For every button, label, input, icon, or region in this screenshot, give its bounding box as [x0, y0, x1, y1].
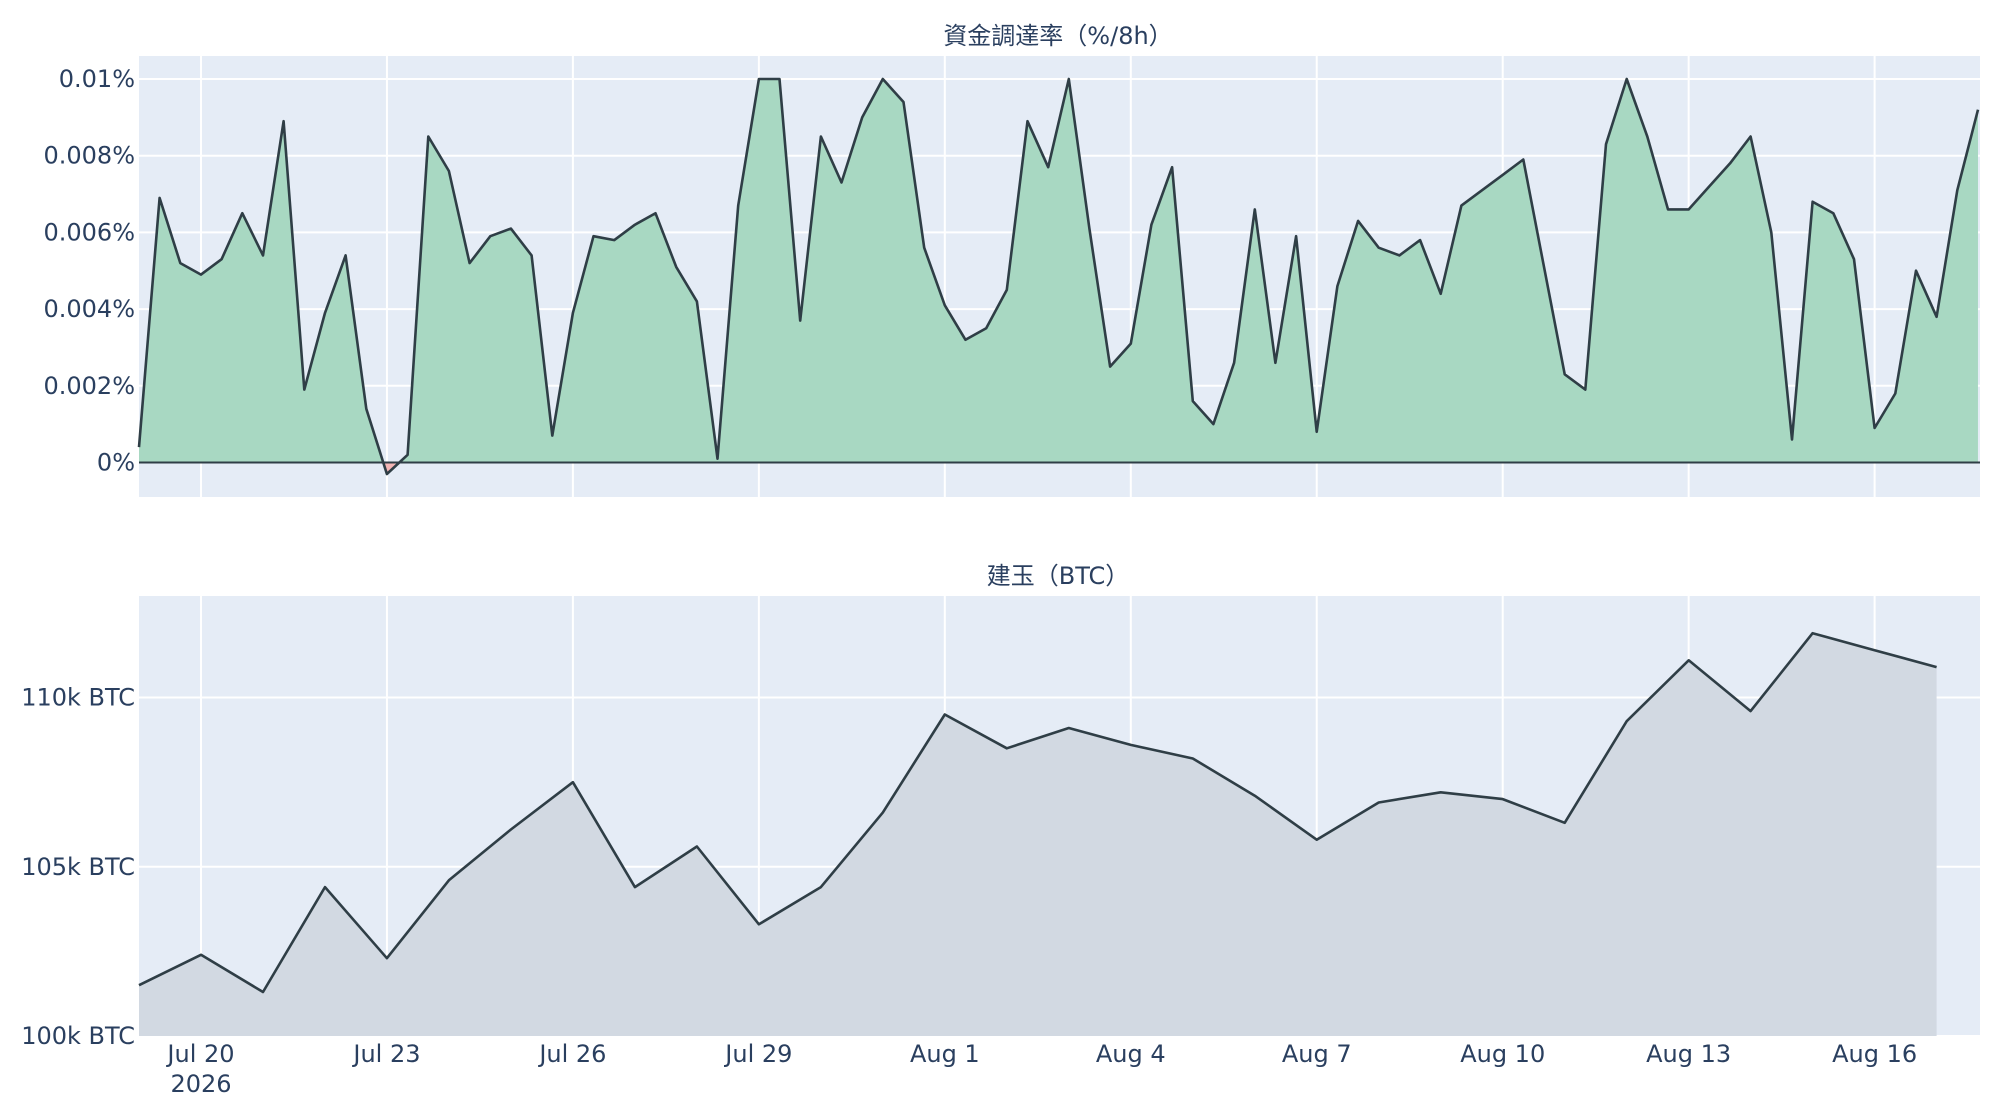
open-interest-y-tick-labels: 100k BTC 105k BTC 110k BTC [21, 684, 135, 1050]
y-tick-label: 0.006% [43, 218, 135, 246]
x-tick-label: Aug 10 [1460, 1040, 1545, 1068]
y-tick-label: 0.002% [43, 372, 135, 400]
x-tick-label: Jul 20 [165, 1040, 234, 1068]
x-tick-label: Aug 1 [910, 1040, 980, 1068]
x-tick-label: Jul 23 [351, 1040, 420, 1068]
funding-y-tick-labels: 0% 0.002% 0.004% 0.006% 0.008% 0.01% [43, 65, 135, 476]
x-tick-label: Aug 4 [1096, 1040, 1166, 1068]
x-tick-label: Aug 7 [1282, 1040, 1352, 1068]
x-tick-label: Aug 16 [1832, 1040, 1917, 1068]
x-tick-label: Jul 26 [537, 1040, 606, 1068]
y-tick-label: 0% [97, 448, 135, 476]
chart-canvas: 資金調達率（%/8h） 0% 0.002% 0.004% 0.006% 0.008% 0.… [21, 22, 1980, 1098]
y-tick-label: 110k BTC [21, 684, 135, 712]
x-axis-tick-labels: 2026 Jul 20 Jul 23 Jul 26 Jul 29 Aug 1 Aug 4 A… [165, 1040, 1917, 1098]
funding-rate-subplot: 資金調達率（%/8h） 0% 0.002% 0.004% 0.006% 0.008% 0.… [43, 22, 1980, 497]
y-tick-label: 0.004% [43, 295, 135, 323]
x-tick-label: Aug 13 [1646, 1040, 1731, 1068]
y-tick-label: 105k BTC [21, 853, 135, 881]
open-interest-subplot: 建玉（BTC） 100k BTC 105k BTC 110k BTC 2026 Ju… [21, 562, 1980, 1098]
y-tick-label: 0.01% [59, 65, 135, 93]
y-tick-label: 100k BTC [21, 1022, 135, 1050]
x-tick-label: Jul 29 [723, 1040, 792, 1068]
funding-rate-title: 資金調達率（%/8h） [943, 22, 1172, 50]
y-tick-label: 0.008% [43, 142, 135, 170]
x-axis-year-label: 2026 [170, 1070, 231, 1098]
open-interest-title: 建玉（BTC） [987, 562, 1129, 590]
